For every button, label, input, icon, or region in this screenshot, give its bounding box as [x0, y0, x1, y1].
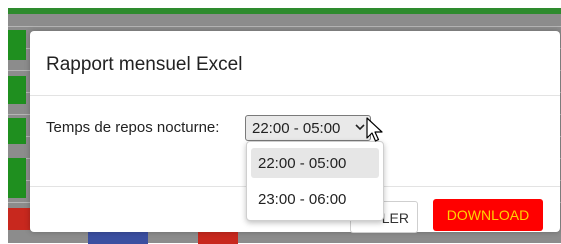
modal-header: Rapport mensuel Excel: [30, 31, 560, 96]
background-cell-green: [8, 158, 26, 198]
background-row: [8, 26, 561, 27]
night-rest-dropdown-list: 22:00 - 05:00 23:00 - 06:00: [246, 141, 384, 221]
dropdown-option[interactable]: 23:00 - 06:00: [251, 184, 379, 214]
background-cell-red: [8, 208, 30, 230]
background-cell-green: [8, 30, 26, 60]
mouse-pointer-icon: [366, 117, 383, 142]
download-button[interactable]: DOWNLOAD: [433, 199, 543, 231]
background-header-bar: [8, 8, 561, 14]
night-rest-label: Temps de repos nocturne:: [46, 119, 220, 136]
chevron-down-icon: [355, 124, 365, 131]
background-cell-green: [8, 76, 26, 104]
modal-title: Rapport mensuel Excel: [46, 54, 243, 75]
dropdown-option[interactable]: 22:00 - 05:00: [251, 148, 379, 178]
select-value: 22:00 - 05:00: [252, 120, 341, 137]
background-cell-green: [8, 118, 26, 144]
night-rest-select[interactable]: 22:00 - 05:00: [245, 115, 371, 141]
